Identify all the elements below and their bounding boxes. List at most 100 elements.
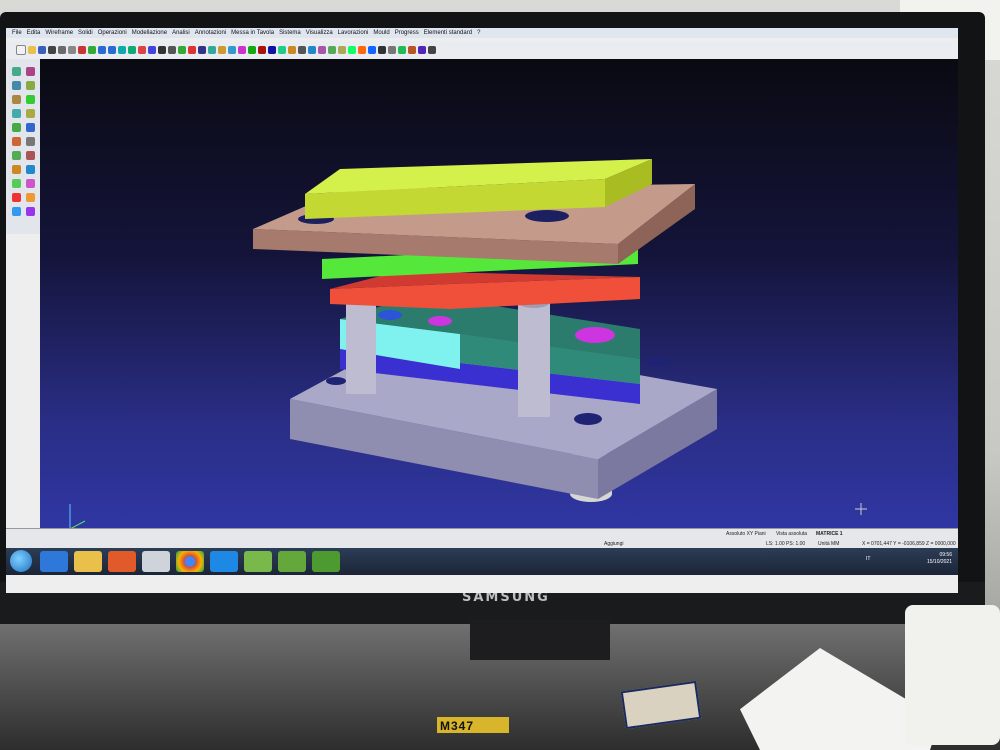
boolean-icon[interactable] [248,46,256,54]
circle-icon[interactable] [168,46,176,54]
mirror-icon[interactable] [218,46,226,54]
ie-icon[interactable] [40,551,68,572]
extend-icon[interactable] [198,46,206,54]
start-icon[interactable] [10,550,32,572]
copy-entity-icon[interactable] [26,81,35,90]
hole-icon[interactable] [278,46,286,54]
explorer-icon[interactable] [74,551,102,572]
fillet-icon[interactable] [258,46,266,54]
menu-mould[interactable]: Mould [373,30,389,40]
layer-toggle-icon[interactable] [12,207,21,216]
coord-mode[interactable]: Assoluto XY Piani [726,531,766,537]
shell-icon[interactable] [288,46,296,54]
new-file-icon[interactable] [16,45,26,55]
cut-icon[interactable] [58,46,66,54]
shade-icon[interactable] [348,46,356,54]
delete-icon[interactable] [12,137,21,146]
render-icon[interactable] [358,46,366,54]
filter-icon[interactable] [26,207,35,216]
check-icon[interactable] [26,95,35,104]
menu-solidi[interactable]: Solidi [78,30,93,40]
print-icon[interactable] [48,46,56,54]
chamfer-icon[interactable] [268,46,276,54]
view-mode[interactable]: Vista assoluta [776,531,807,537]
menu-lavorazioni[interactable]: Lavorazioni [338,30,369,40]
menu-wireframe[interactable]: Wireframe [45,30,73,40]
zoom-all-icon[interactable] [108,46,116,54]
desk-tape-label: M347 [437,717,509,733]
revolve-icon[interactable] [238,46,246,54]
properties-icon[interactable] [12,165,21,174]
vi-app-icon-3[interactable] [312,551,340,572]
info-icon[interactable] [26,165,35,174]
settings-icon[interactable] [428,46,436,54]
notepad-icon[interactable] [142,551,170,572]
mould-icon[interactable] [398,46,406,54]
monitor-stand [470,620,610,660]
menu-help[interactable]: ? [477,30,480,40]
edge-icon[interactable] [210,551,238,572]
rotate-view-icon[interactable] [118,46,126,54]
menu-modellazione[interactable]: Modellazione [132,30,167,40]
zoom-icon[interactable] [98,46,106,54]
media-icon[interactable] [108,551,136,572]
color-icon[interactable] [338,46,346,54]
layer-icon[interactable] [328,46,336,54]
redo-icon[interactable] [88,46,96,54]
menu-elementi-standard[interactable]: Elementi standard [424,30,472,40]
point-icon[interactable] [138,46,146,54]
ucs-icon[interactable] [26,123,35,132]
arc-icon[interactable] [158,46,166,54]
vi-app-icon-2[interactable] [278,551,306,572]
rotate-icon[interactable] [12,109,21,118]
standard-parts-icon[interactable] [418,46,426,54]
tag-icon[interactable] [26,193,35,202]
show-icon[interactable] [12,151,21,160]
clock[interactable]: 09:56 15/10/2021 [927,552,952,566]
menu-progress[interactable]: Progress [395,30,419,40]
menu-file[interactable]: File [12,30,22,40]
align-icon[interactable] [26,109,35,118]
add-label[interactable]: Aggiungi [604,541,623,547]
grid-icon[interactable] [378,46,386,54]
wcs-icon[interactable] [12,123,21,132]
menu-edita[interactable]: Edita [27,30,41,40]
vi-app-icon[interactable] [244,551,272,572]
dimension-icon[interactable] [308,46,316,54]
annotation-icon[interactable] [318,46,326,54]
language-indicator[interactable]: IT [866,556,870,562]
hide-icon[interactable] [26,137,35,146]
chrome-icon[interactable] [176,551,204,572]
trim-icon[interactable] [188,46,196,54]
open-folder-icon[interactable] [28,46,36,54]
extrude-icon[interactable] [228,46,236,54]
copy-icon[interactable] [68,46,76,54]
undo-icon[interactable] [78,46,86,54]
scale-icon[interactable] [12,95,21,104]
status-bar: Aggiungi Assoluto XY Piani Vista assolut… [6,528,958,549]
die-icon[interactable] [408,46,416,54]
offset-icon[interactable] [208,46,216,54]
group-icon[interactable] [26,151,35,160]
menu-sistema[interactable]: Sistema [279,30,301,40]
save-icon[interactable] [38,46,46,54]
menu-visualizza[interactable]: Visualizza [306,30,333,40]
part-name: MATRICE 1 [816,531,843,537]
move-icon[interactable] [12,81,21,90]
3d-viewport[interactable] [40,59,958,546]
section-icon[interactable] [368,46,376,54]
flag-icon[interactable] [12,193,21,202]
menu-annotazioni[interactable]: Annotazioni [195,30,226,40]
menu-messa-in-tavola[interactable]: Messa in Tavola [231,30,274,40]
menu-operazioni[interactable]: Operazioni [98,30,127,40]
menu-analisi[interactable]: Analisi [172,30,190,40]
measure-icon[interactable] [298,46,306,54]
snap-point-icon[interactable] [12,179,21,188]
spline-icon[interactable] [178,46,186,54]
snap-center-icon[interactable] [26,179,35,188]
pan-icon[interactable] [128,46,136,54]
deselect-icon[interactable] [26,67,35,76]
snap-icon[interactable] [388,46,396,54]
select-icon[interactable] [12,67,21,76]
line-icon[interactable] [148,46,156,54]
